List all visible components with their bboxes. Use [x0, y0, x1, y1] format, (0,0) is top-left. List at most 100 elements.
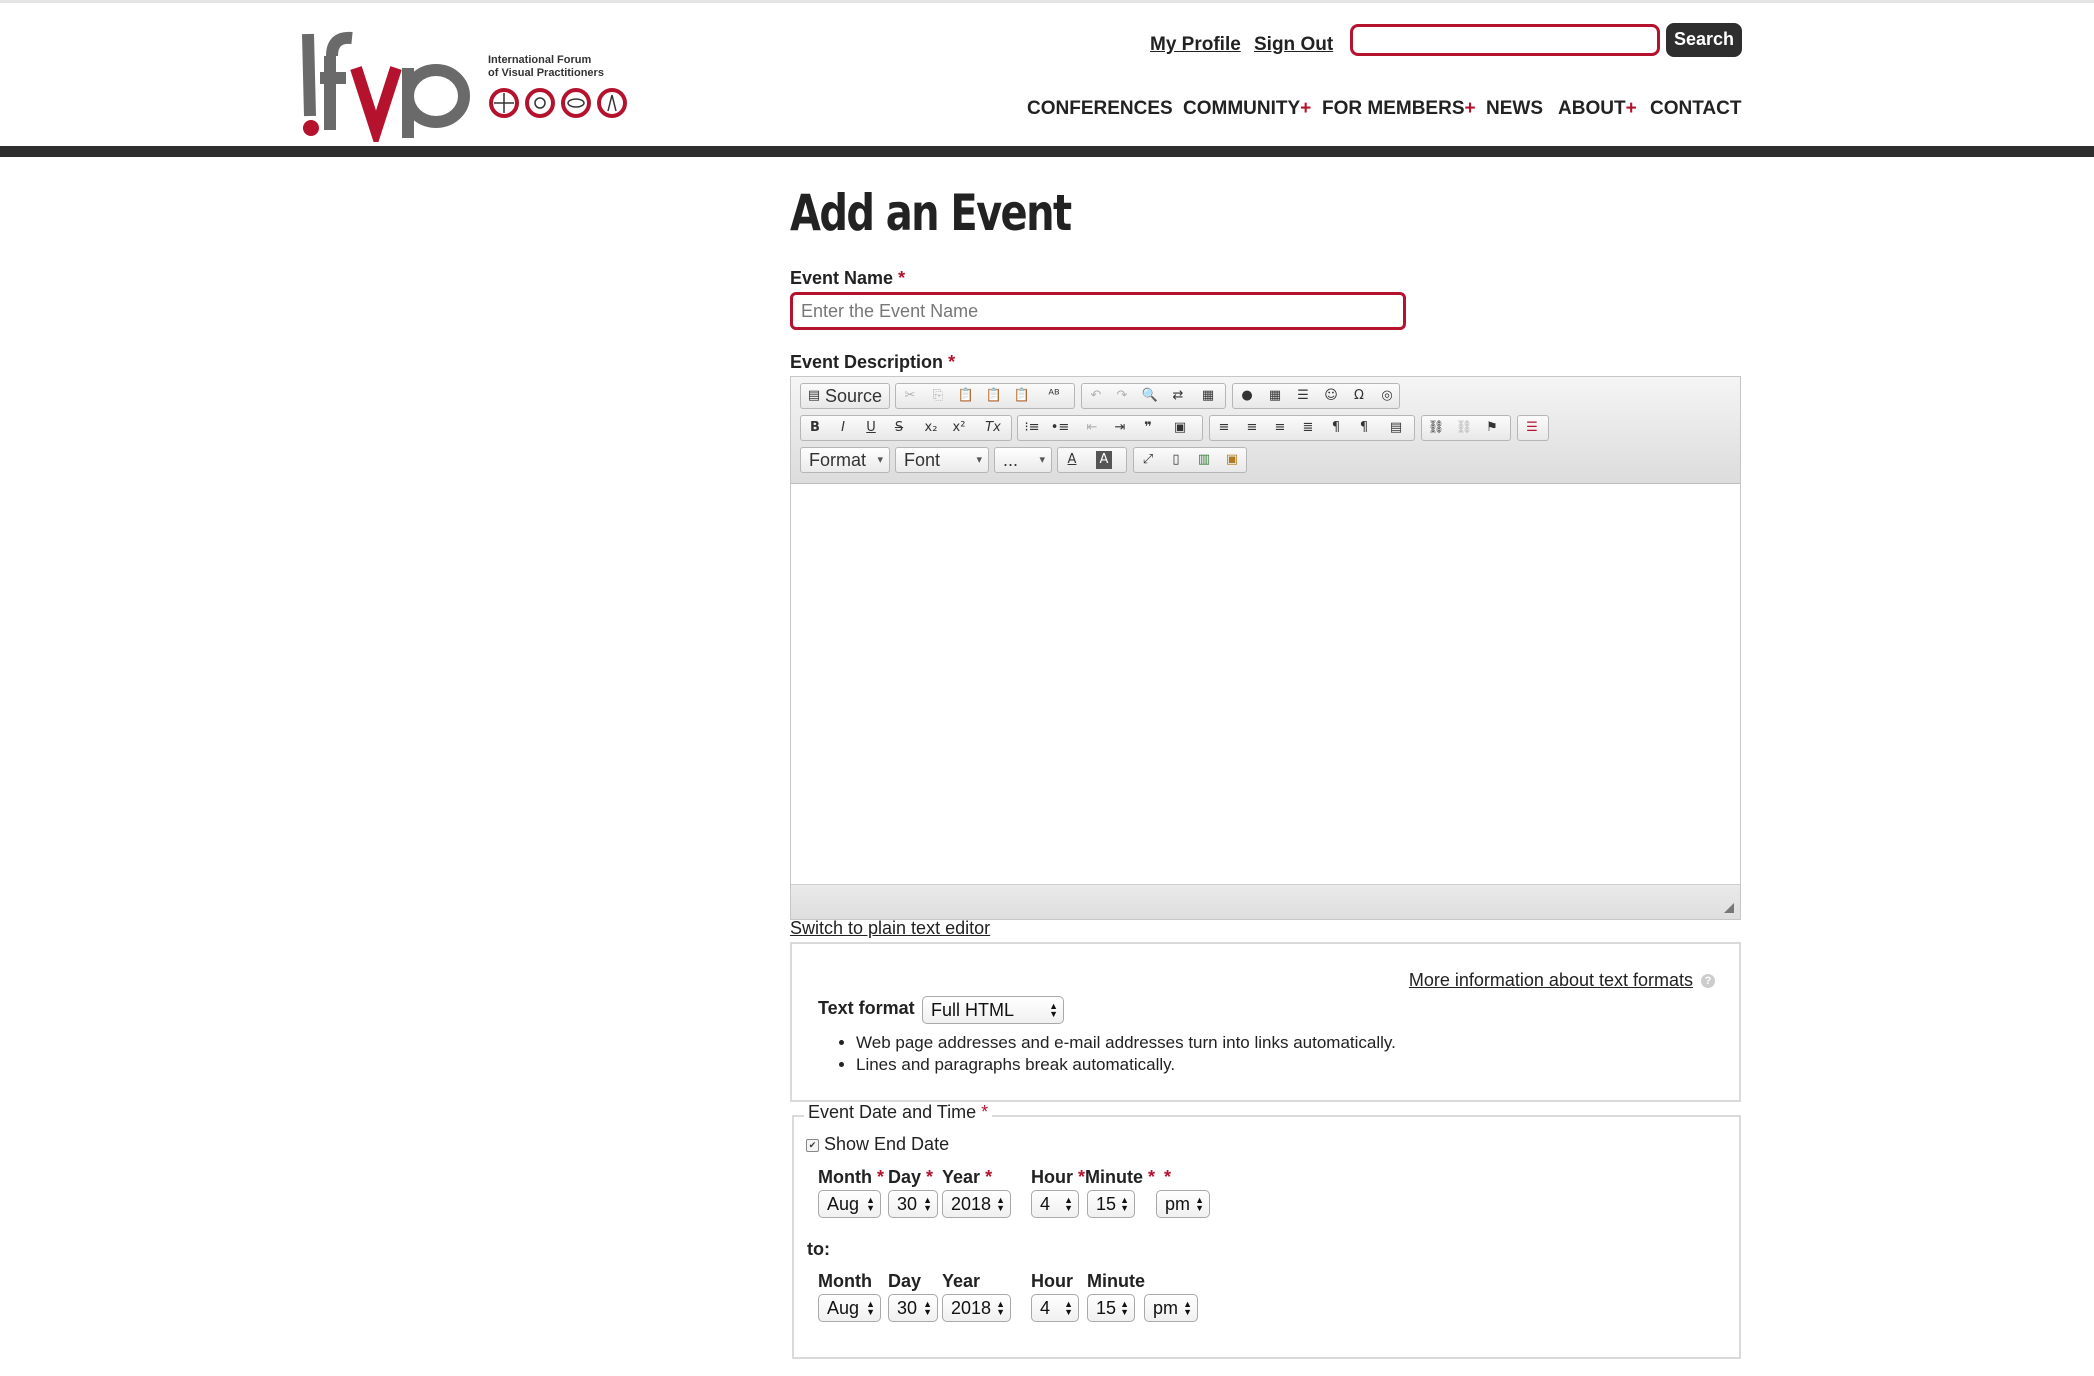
- show-blocks-icon[interactable]: ▯: [1165, 451, 1187, 469]
- end-hour-select[interactable]: 4 ▲ ▼: [1031, 1294, 1079, 1322]
- event-description-label: Event Description *: [790, 352, 956, 372]
- start-hour-label: Hour *: [1031, 1167, 1086, 1187]
- underline-icon[interactable]: U: [860, 419, 882, 437]
- ltr-icon[interactable]: ¶: [1325, 419, 1347, 437]
- rich-text-editor: ▤ Source ✂ ⎘ 📋 📋 📋 ᴬᴮ ↶ ↷ 🔍 ⇄ ▦ ● ▦ ☰ ☺ …: [790, 376, 1741, 920]
- start-month-select[interactable]: Aug ▲ ▼: [818, 1190, 881, 1218]
- align-center-icon[interactable]: ≡: [1241, 419, 1263, 437]
- copy-icon[interactable]: ⎘: [927, 387, 949, 405]
- end-minute-select[interactable]: 15 ▲ ▼: [1087, 1294, 1135, 1322]
- find-icon[interactable]: 🔍: [1139, 387, 1161, 405]
- horizontal-rule-icon[interactable]: ☰: [1292, 387, 1314, 405]
- nav-news[interactable]: NEWS: [1486, 98, 1543, 120]
- end-ampm-select[interactable]: pm ▲ ▼: [1144, 1294, 1198, 1322]
- unlink-icon[interactable]: ⛓: [1453, 419, 1475, 437]
- paste-text-icon[interactable]: 📋: [983, 387, 1005, 405]
- start-ampm-required: *: [1164, 1167, 1172, 1187]
- paste-word-icon[interactable]: 📋: [1011, 387, 1033, 405]
- end-year-select[interactable]: 2018 ▲ ▼: [942, 1294, 1011, 1322]
- start-year-select[interactable]: 2018 ▲ ▼: [942, 1190, 1011, 1218]
- indent-icon[interactable]: ⇥: [1109, 419, 1131, 437]
- iframe-icon[interactable]: ◎: [1376, 387, 1398, 405]
- start-month-label: Month *: [818, 1167, 885, 1187]
- maximize-icon[interactable]: ⤢: [1137, 451, 1159, 469]
- list-group: ⁝≡ •≡ ⇤ ⇥ ❞ ▣: [1017, 415, 1203, 441]
- editor-content-area[interactable]: [791, 484, 1740, 884]
- cut-icon[interactable]: ✂: [899, 387, 921, 405]
- subscript-icon[interactable]: x₂: [920, 419, 942, 437]
- end-day-select[interactable]: 30 ▲ ▼: [888, 1294, 938, 1322]
- strike-icon[interactable]: S: [888, 419, 910, 437]
- table-icon[interactable]: ▦: [1264, 387, 1286, 405]
- start-ampm-select[interactable]: pm ▲ ▼: [1156, 1190, 1210, 1218]
- image-icon[interactable]: ▥: [1193, 451, 1215, 469]
- text-format-select[interactable]: Full HTML ▲ ▼: [922, 996, 1064, 1024]
- color-group: A A: [1057, 447, 1127, 473]
- align-left-icon[interactable]: ≡: [1213, 419, 1235, 437]
- spellcheck-icon[interactable]: ᴬᴮ: [1043, 387, 1065, 405]
- outdent-icon[interactable]: ⇤: [1081, 419, 1103, 437]
- nav-contact[interactable]: CONTACT: [1650, 98, 1741, 120]
- show-end-date-checkbox[interactable]: ✔: [806, 1139, 819, 1152]
- switch-plain-text-link[interactable]: Switch to plain text editor: [790, 918, 990, 939]
- event-name-label: Event Name *: [790, 268, 906, 288]
- anchor-flag-icon[interactable]: ⚑: [1481, 419, 1503, 437]
- start-minute-select[interactable]: 15 ▲ ▼: [1087, 1190, 1135, 1218]
- remove-format-icon[interactable]: Tx: [982, 419, 1004, 437]
- link-icon[interactable]: ⛓: [1425, 419, 1447, 437]
- flash-icon[interactable]: ●: [1236, 387, 1258, 405]
- event-name-input[interactable]: [790, 292, 1406, 330]
- top-border: [0, 0, 2094, 3]
- bold-icon[interactable]: B: [804, 419, 826, 437]
- redo-icon[interactable]: ↷: [1111, 387, 1133, 405]
- nav-community[interactable]: COMMUNITY+: [1183, 98, 1311, 120]
- insert-group: ● ▦ ☰ ☺ Ω ◎: [1232, 383, 1400, 409]
- paste-icon[interactable]: 📋: [955, 387, 977, 405]
- clipboard-group: ✂ ⎘ 📋 📋 📋 ᴬᴮ: [895, 383, 1075, 409]
- align-right-icon[interactable]: ≡: [1269, 419, 1291, 437]
- superscript-icon[interactable]: x²: [948, 419, 970, 437]
- smiley-icon[interactable]: ☺: [1320, 387, 1342, 405]
- source-button[interactable]: ▤ Source: [800, 383, 890, 409]
- ifvp-wordmark: [302, 31, 471, 150]
- search-button[interactable]: Search: [1666, 23, 1742, 57]
- select-arrows-icon: ▲ ▼: [996, 1195, 1005, 1213]
- justify-icon[interactable]: ≣: [1297, 419, 1319, 437]
- expand-plus-icon: +: [1300, 98, 1312, 119]
- div-container-icon[interactable]: ▣: [1169, 419, 1191, 437]
- special-char-icon[interactable]: Ω: [1348, 387, 1370, 405]
- nav-for-members[interactable]: FOR MEMBERS+: [1322, 98, 1476, 120]
- size-combo[interactable]: ... ▾: [994, 447, 1052, 473]
- undo-icon[interactable]: ↶: [1085, 387, 1107, 405]
- page-break-icon[interactable]: ☰: [1521, 419, 1543, 437]
- end-month-label: Month: [818, 1271, 872, 1291]
- font-combo[interactable]: Font ▾: [895, 447, 989, 473]
- media-icon[interactable]: ▣: [1221, 451, 1243, 469]
- background-color-icon[interactable]: A: [1096, 451, 1112, 469]
- numbered-list-icon[interactable]: ⁝≡: [1021, 419, 1043, 437]
- text-color-icon[interactable]: A: [1061, 451, 1083, 469]
- start-hour-select[interactable]: 4 ▲ ▼: [1031, 1190, 1079, 1218]
- text-format-label: Text format: [818, 998, 915, 1018]
- ifvp-logo[interactable]: International Forum of Visual Practition…: [300, 26, 660, 150]
- format-combo[interactable]: Format ▾: [800, 447, 890, 473]
- more-info-formats-link[interactable]: More information about text formats: [1409, 970, 1693, 991]
- replace-icon[interactable]: ⇄: [1167, 387, 1189, 405]
- resize-handle-icon[interactable]: [1724, 903, 1734, 913]
- my-profile-link[interactable]: My Profile: [1150, 34, 1241, 56]
- blockquote-icon[interactable]: ❞: [1137, 419, 1159, 437]
- start-day-select[interactable]: 30 ▲ ▼: [888, 1190, 938, 1218]
- start-minute-label: Minute *: [1085, 1167, 1156, 1187]
- italic-icon[interactable]: I: [832, 419, 854, 437]
- select-all-icon[interactable]: ▦: [1197, 387, 1219, 405]
- align-group: ≡ ≡ ≡ ≣ ¶ ¶ ▤: [1209, 415, 1415, 441]
- end-month-select[interactable]: Aug ▲ ▼: [818, 1294, 881, 1322]
- page-title: Add an Event: [790, 184, 1072, 242]
- search-input[interactable]: [1350, 24, 1660, 56]
- nav-about[interactable]: ABOUT+: [1558, 98, 1637, 120]
- sign-out-link[interactable]: Sign Out: [1254, 34, 1333, 56]
- rtl-icon[interactable]: ¶: [1353, 419, 1375, 437]
- nav-conferences[interactable]: CONFERENCES: [1027, 98, 1173, 120]
- bulleted-list-icon[interactable]: •≡: [1049, 419, 1071, 437]
- language-icon[interactable]: ▤: [1385, 419, 1407, 437]
